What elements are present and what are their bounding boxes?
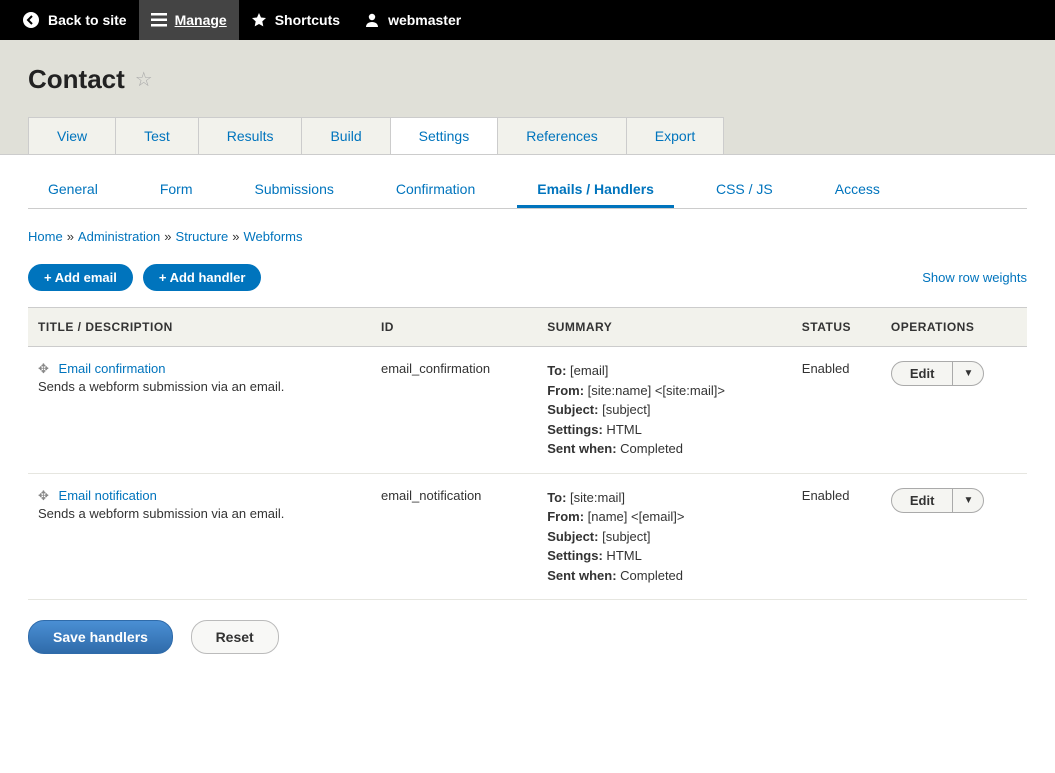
col-id: ID — [371, 308, 537, 347]
cell-status: Enabled — [792, 473, 881, 600]
user-label: webmaster — [388, 12, 461, 28]
table-row: ✥ Email notification Sends a webform subm… — [28, 473, 1027, 600]
table-row: ✥ Email confirmation Sends a webform subm… — [28, 347, 1027, 474]
col-summary: SUMMARY — [537, 308, 792, 347]
shortcuts-label: Shortcuts — [275, 12, 340, 28]
bottom-actions: Save handlers Reset — [28, 620, 1027, 654]
star-icon — [251, 12, 267, 28]
page-header-region: Contact ☆ ViewTestResultsBuildSettingsRe… — [0, 40, 1055, 155]
add-email-button[interactable]: + Add email — [28, 264, 133, 291]
col-title: TITLE / DESCRIPTION — [28, 308, 371, 347]
tab-results[interactable]: Results — [198, 117, 303, 154]
summary-line: Sent when: Completed — [547, 439, 782, 459]
back-to-site[interactable]: Back to site — [10, 0, 139, 40]
drag-handle-icon[interactable]: ✥ — [38, 488, 49, 503]
summary-line: Sent when: Completed — [547, 566, 782, 586]
user-menu[interactable]: webmaster — [352, 0, 473, 40]
summary-line: To: [email] — [547, 361, 782, 381]
save-handlers-button[interactable]: Save handlers — [28, 620, 173, 654]
subtab-general[interactable]: General — [28, 173, 118, 208]
breadcrumb-separator: » — [232, 229, 239, 244]
chevron-down-icon[interactable]: ▼ — [953, 362, 983, 385]
actions-row: + Add email + Add handler Show row weigh… — [28, 264, 1027, 291]
manage-menu[interactable]: Manage — [139, 0, 239, 40]
edit-button[interactable]: Edit — [892, 489, 954, 512]
subtab-emails-handlers[interactable]: Emails / Handlers — [517, 173, 674, 208]
admin-toolbar: Back to site Manage Shortcuts webmaster — [0, 0, 1055, 40]
tab-export[interactable]: Export — [626, 117, 724, 154]
drag-handle-icon[interactable]: ✥ — [38, 361, 49, 376]
summary-line: Subject: [subject] — [547, 400, 782, 420]
summary-line: Settings: HTML — [547, 546, 782, 566]
subtab-css-js[interactable]: CSS / JS — [696, 173, 793, 208]
breadcrumb: Home»Administration»Structure»Webforms — [28, 229, 1027, 244]
hamburger-icon — [151, 13, 167, 27]
breadcrumb-separator: » — [67, 229, 74, 244]
manage-label: Manage — [175, 12, 227, 28]
handler-title-link[interactable]: Email confirmation — [59, 361, 166, 376]
tab-test[interactable]: Test — [115, 117, 199, 154]
add-handler-button[interactable]: + Add handler — [143, 264, 262, 291]
handler-title-link[interactable]: Email notification — [59, 488, 157, 503]
content-region: General Form Submissions Confirmation Emails… — [0, 155, 1055, 694]
edit-button[interactable]: Edit — [892, 362, 954, 385]
cell-status: Enabled — [792, 347, 881, 474]
crumb-structure[interactable]: Structure — [176, 229, 229, 244]
summary-line: To: [site:mail] — [547, 488, 782, 508]
arrow-left-icon — [22, 11, 40, 29]
subtab-form[interactable]: Form — [140, 173, 213, 208]
tab-references[interactable]: References — [497, 117, 627, 154]
back-to-site-label: Back to site — [48, 12, 127, 28]
crumb-home[interactable]: Home — [28, 229, 63, 244]
cell-id: email_confirmation — [371, 347, 537, 474]
subtab-confirmation[interactable]: Confirmation — [376, 173, 495, 208]
handler-description: Sends a webform submission via an email. — [38, 506, 361, 521]
tab-view[interactable]: View — [28, 117, 116, 154]
breadcrumb-separator: » — [164, 229, 171, 244]
favorite-star-icon[interactable]: ☆ — [135, 67, 153, 92]
page-title: Contact — [28, 64, 125, 95]
cell-title: ✥ Email notification Sends a webform subm… — [28, 473, 371, 600]
tab-settings[interactable]: Settings — [390, 117, 499, 154]
primary-tabs: ViewTestResultsBuildSettingsReferencesEx… — [28, 117, 1027, 154]
shortcuts-menu[interactable]: Shortcuts — [239, 0, 352, 40]
crumb-administration[interactable]: Administration — [78, 229, 160, 244]
col-operations: OPERATIONS — [881, 308, 1027, 347]
cell-operations: Edit▼ — [881, 473, 1027, 600]
handlers-table: TITLE / DESCRIPTION ID SUMMARY STATUS OP… — [28, 307, 1027, 600]
col-status: STATUS — [792, 308, 881, 347]
tab-build[interactable]: Build — [301, 117, 390, 154]
subtab-access[interactable]: Access — [815, 173, 900, 208]
handler-description: Sends a webform submission via an email. — [38, 379, 361, 394]
secondary-tabs: General Form Submissions Confirmation Emails… — [28, 173, 1027, 209]
summary-line: From: [site:name] <[site:mail]> — [547, 381, 782, 401]
user-icon — [364, 12, 380, 28]
cell-id: email_notification — [371, 473, 537, 600]
cell-operations: Edit▼ — [881, 347, 1027, 474]
subtab-submissions[interactable]: Submissions — [234, 173, 353, 208]
summary-line: Subject: [subject] — [547, 527, 782, 547]
cell-summary: To: [site:mail]From: [name] <[email]>Sub… — [537, 473, 792, 600]
operations-dropdown: Edit▼ — [891, 361, 984, 386]
crumb-webforms[interactable]: Webforms — [244, 229, 303, 244]
cell-summary: To: [email]From: [site:name] <[site:mail… — [537, 347, 792, 474]
operations-dropdown: Edit▼ — [891, 488, 984, 513]
reset-button[interactable]: Reset — [191, 620, 279, 654]
summary-line: Settings: HTML — [547, 420, 782, 440]
summary-line: From: [name] <[email]> — [547, 507, 782, 527]
cell-title: ✥ Email confirmation Sends a webform subm… — [28, 347, 371, 474]
show-row-weights-link[interactable]: Show row weights — [922, 270, 1027, 285]
chevron-down-icon[interactable]: ▼ — [953, 489, 983, 512]
